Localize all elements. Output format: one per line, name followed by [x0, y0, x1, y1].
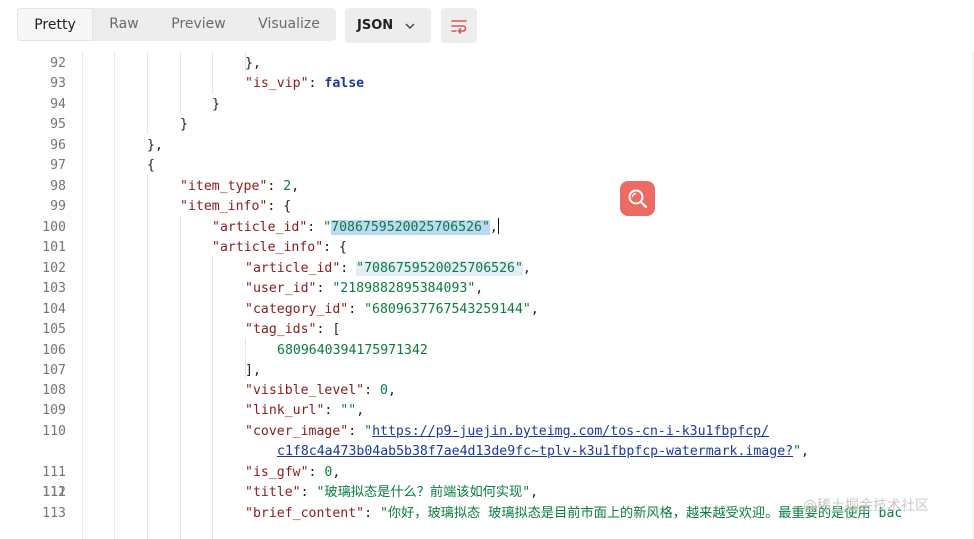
- line-number: 111: [42, 465, 66, 480]
- code-line: "item_type": 2,: [180, 179, 300, 194]
- code-line: "user_id": "2189882895384093",: [245, 281, 484, 296]
- code-line: c1f8c4a473b04ab5b38f7ae4d13de9fc~tplv-k3…: [277, 444, 809, 459]
- line-number: 108: [42, 383, 66, 398]
- code-line: 6809640394175971342: [277, 343, 428, 358]
- json-editor[interactable]: 92 93 94 95 96 97 98 99 100 101 102 103 …: [0, 52, 974, 539]
- indent-guide: [180, 215, 181, 539]
- line-number: 92: [50, 56, 66, 71]
- line-number: 101: [42, 240, 66, 255]
- line-number: 98: [50, 179, 66, 194]
- format-select[interactable]: JSON: [345, 8, 431, 43]
- line-number: 110: [42, 424, 66, 439]
- search-button[interactable]: [620, 181, 655, 216]
- line-number: 105: [42, 322, 66, 337]
- indent-guide: [114, 52, 115, 539]
- wrap-lines-icon: [451, 20, 467, 34]
- code-line: "cover_image": "https://p9-juejin.byteim…: [245, 424, 770, 439]
- indent-guide: [82, 52, 83, 539]
- indent-guide: [212, 52, 213, 94]
- tab-preview[interactable]: Preview: [155, 8, 242, 41]
- text-cursor: [497, 218, 499, 234]
- code-line: "item_info": {: [180, 199, 292, 214]
- response-toolbar: Pretty Raw Preview Visualize JSON: [0, 0, 974, 52]
- cover-image-link[interactable]: https://p9-juejin.byteimg.com/tos-cn-i-k…: [372, 424, 769, 439]
- indent-guide: [147, 52, 148, 134]
- view-mode-tabs: Pretty Raw Preview Visualize: [17, 8, 336, 41]
- code-line: "visible_level": 0,: [245, 383, 396, 398]
- line-number: 94: [50, 97, 66, 112]
- line-number: 99: [50, 199, 66, 214]
- code-line: "is_vip": false: [245, 76, 365, 91]
- line-number: 97: [50, 158, 66, 173]
- line-number: 113: [42, 506, 66, 521]
- code-line: },: [245, 56, 261, 71]
- code-line: {: [147, 158, 155, 173]
- indent-guide: [212, 256, 213, 539]
- selection-highlight: 7086759520025706526": [331, 220, 490, 235]
- indent-guide: [147, 174, 148, 539]
- code-line: "article_id": "7086759520025706526",: [212, 218, 499, 235]
- tab-raw[interactable]: Raw: [93, 8, 155, 41]
- code-line: },: [147, 138, 163, 153]
- line-number: 106: [42, 343, 66, 358]
- chevron-down-icon: [405, 23, 415, 29]
- code-line: "article_info": {: [212, 240, 347, 255]
- indent-guide: [180, 52, 181, 114]
- code-line: "title": "玻璃拟态是什么？前端该如何实现",: [245, 485, 539, 500]
- code-line: "link_url": "",: [245, 403, 365, 418]
- wrap-lines-button[interactable]: [441, 8, 477, 43]
- search-icon: [628, 189, 648, 209]
- code-line: "is_gfw": 0,: [245, 465, 341, 480]
- line-number: 112: [42, 485, 66, 500]
- line-number: 104: [42, 302, 66, 317]
- format-select-value: JSON: [357, 18, 394, 33]
- code-line: "tag_ids": [: [245, 322, 341, 337]
- line-number: 109: [42, 403, 66, 418]
- code-line: "article_id": "7086759520025706526",: [245, 261, 531, 276]
- line-number: 102: [42, 261, 66, 276]
- selected-text: "7086759520025706526": [323, 220, 490, 235]
- line-number: 103: [42, 281, 66, 296]
- line-number: 107: [42, 363, 66, 378]
- tab-visualize[interactable]: Visualize: [242, 8, 336, 41]
- code-line: ],: [245, 363, 261, 378]
- line-number: 95: [50, 117, 66, 132]
- code-line: }: [180, 117, 188, 132]
- line-number: 100: [42, 220, 66, 235]
- code-line: }: [212, 97, 220, 112]
- watermark: @稀土掘金技术社区: [803, 498, 929, 514]
- code-line: "category_id": "6809637767543259144",: [245, 302, 539, 317]
- tab-pretty[interactable]: Pretty: [17, 8, 93, 41]
- line-number: 96: [50, 138, 66, 153]
- cover-image-link-cont[interactable]: c1f8c4a473b04ab5b38f7ae4d13de9fc~tplv-k3…: [277, 444, 793, 459]
- line-number: 93: [50, 76, 66, 91]
